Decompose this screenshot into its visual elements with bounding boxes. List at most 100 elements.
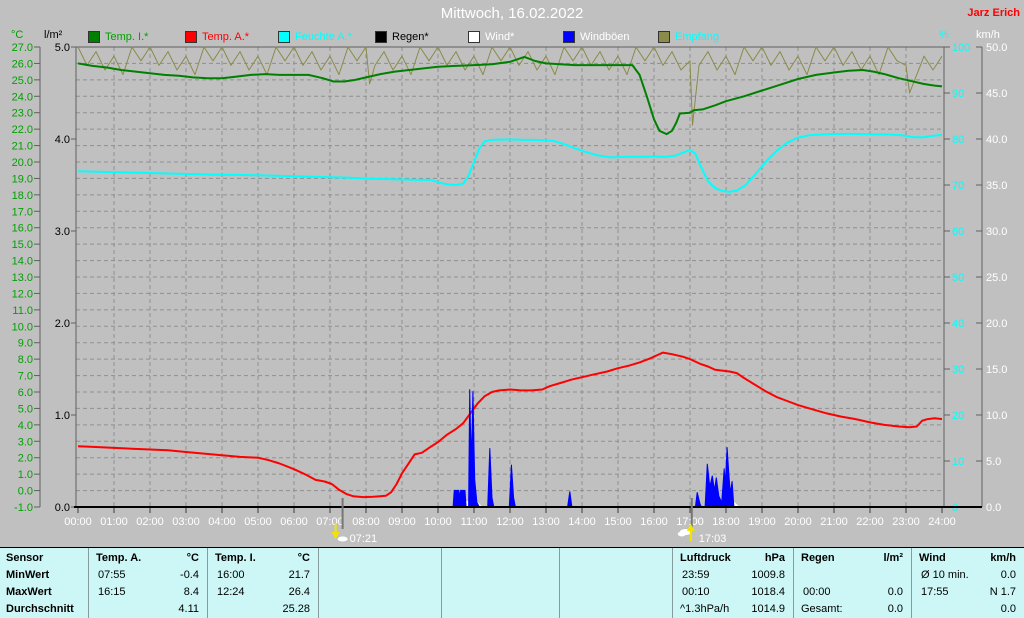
summary-cell: 0.0 — [887, 586, 903, 598]
summary-cell: Gesamt: — [801, 603, 843, 615]
summary-cell: 0.0 — [1000, 603, 1016, 615]
summary-cell: Regen — [801, 552, 835, 564]
summary-cell: 4.11 — [178, 603, 199, 615]
summary-cell: °C — [186, 552, 199, 564]
summary-cell: ^1.3hPa/h — [680, 603, 730, 615]
svg-text:5.0: 5.0 — [55, 42, 70, 54]
svg-text:2.0: 2.0 — [18, 453, 33, 465]
table-divider — [441, 548, 442, 618]
svg-text:04:00: 04:00 — [208, 516, 236, 528]
daylight-marker-time: 17:03 — [699, 533, 727, 545]
summary-cell: 26.4 — [288, 586, 310, 598]
svg-text:14.0: 14.0 — [12, 256, 33, 268]
svg-text:90: 90 — [952, 88, 964, 100]
svg-text:12.0: 12.0 — [12, 288, 33, 300]
table-divider — [559, 548, 560, 618]
summary-cell: 07:55 — [98, 569, 126, 581]
svg-text:0.0: 0.0 — [18, 486, 33, 498]
svg-text:12:00: 12:00 — [496, 516, 524, 528]
svg-text:25.0: 25.0 — [986, 272, 1007, 284]
svg-text:17.0: 17.0 — [12, 206, 33, 218]
svg-text:24:00: 24:00 — [928, 516, 956, 528]
svg-text:-1.0: -1.0 — [14, 502, 33, 514]
summary-cell: 0.0 — [1000, 569, 1016, 581]
svg-text:2.0: 2.0 — [55, 318, 70, 330]
svg-text:3.0: 3.0 — [18, 436, 33, 448]
svg-text:1.0: 1.0 — [18, 469, 33, 481]
svg-text:7.0: 7.0 — [18, 371, 33, 383]
summary-cell: l/m² — [883, 552, 903, 564]
svg-text:23:00: 23:00 — [892, 516, 920, 528]
svg-text:23.0: 23.0 — [12, 108, 33, 120]
weather-chart: 27.0 26.0 25.0 24.0 23.0 22.0 21.0 20.0 19.0 18.0… — [12, 42, 1008, 545]
svg-text:06:00: 06:00 — [280, 516, 308, 528]
svg-text:15:00: 15:00 — [604, 516, 632, 528]
summary-cell: Sensor — [6, 552, 44, 564]
summary-cell: 0.0 — [887, 603, 903, 615]
svg-text:22.0: 22.0 — [12, 124, 33, 136]
summary-cell: 17:55 — [921, 586, 949, 598]
svg-text:03:00: 03:00 — [172, 516, 200, 528]
table-divider — [88, 548, 89, 618]
svg-text:10.0: 10.0 — [12, 321, 33, 333]
summary-cell: 16:00 — [217, 569, 245, 581]
table-divider — [318, 548, 319, 618]
summary-cell: 1014.9 — [751, 603, 785, 615]
svg-text:0.0: 0.0 — [986, 502, 1001, 514]
chart-gridlines — [76, 47, 944, 507]
svg-text:45.0: 45.0 — [986, 88, 1007, 100]
svg-text:19:00: 19:00 — [748, 516, 776, 528]
svg-text:30.0: 30.0 — [986, 226, 1007, 238]
table-divider — [911, 548, 912, 618]
summary-cell: 21.7 — [288, 569, 310, 581]
svg-text:08:00: 08:00 — [352, 516, 380, 528]
svg-text:11.0: 11.0 — [12, 305, 33, 317]
svg-text:27.0: 27.0 — [12, 42, 33, 54]
svg-text:25.0: 25.0 — [12, 75, 33, 87]
summary-cell: km/h — [990, 552, 1016, 564]
summary-cell: 00:00 — [803, 586, 831, 598]
summary-cell: 00:10 — [682, 586, 710, 598]
svg-text:40.0: 40.0 — [986, 134, 1007, 146]
summary-cell: 23:59 — [682, 569, 710, 581]
svg-text:05:00: 05:00 — [244, 516, 272, 528]
svg-text:26.0: 26.0 — [12, 58, 33, 70]
svg-text:13:00: 13:00 — [532, 516, 560, 528]
svg-text:22:00: 22:00 — [856, 516, 884, 528]
svg-text:07:00: 07:00 — [316, 516, 344, 528]
summary-cell: N 1.7 — [989, 586, 1016, 598]
svg-text:4.0: 4.0 — [18, 420, 33, 432]
svg-text:09:00: 09:00 — [388, 516, 416, 528]
table-divider — [793, 548, 794, 618]
svg-text:10.0: 10.0 — [986, 410, 1007, 422]
svg-text:20.0: 20.0 — [986, 318, 1007, 330]
svg-text:24.0: 24.0 — [12, 91, 33, 103]
table-divider — [207, 548, 208, 618]
svg-text:70: 70 — [952, 180, 964, 192]
summary-cell: MaxWert — [6, 586, 52, 598]
summary-cell: hPa — [764, 552, 785, 564]
svg-text:20: 20 — [952, 410, 964, 422]
svg-text:60: 60 — [952, 226, 964, 238]
summary-cell: Ø 10 min. — [921, 569, 969, 581]
summary-table: Sensor MinWert MaxWert Durchschnitt Temp. A.… — [0, 547, 1024, 618]
summary-cell: 8.4 — [183, 586, 199, 598]
summary-cell: 1018.4 — [751, 586, 785, 598]
summary-cell: Temp. A. — [96, 552, 142, 564]
svg-text:50.0: 50.0 — [986, 42, 1007, 54]
svg-text:40: 40 — [952, 318, 964, 330]
svg-text:18.0: 18.0 — [12, 190, 33, 202]
summary-cell: Durchschnitt — [6, 603, 74, 615]
svg-text:20:00: 20:00 — [784, 516, 812, 528]
summary-cell: 1009.8 — [751, 569, 785, 581]
svg-text:100: 100 — [952, 42, 970, 54]
svg-text:10: 10 — [952, 456, 964, 468]
svg-text:5.0: 5.0 — [18, 403, 33, 415]
summary-cell: Temp. I. — [215, 552, 256, 564]
table-divider — [672, 548, 673, 618]
svg-text:80: 80 — [952, 134, 964, 146]
svg-text:16:00: 16:00 — [640, 516, 668, 528]
daylight-marker-time: 07:21 — [350, 533, 378, 545]
svg-text:00:00: 00:00 — [64, 516, 92, 528]
svg-text:10:00: 10:00 — [424, 516, 452, 528]
